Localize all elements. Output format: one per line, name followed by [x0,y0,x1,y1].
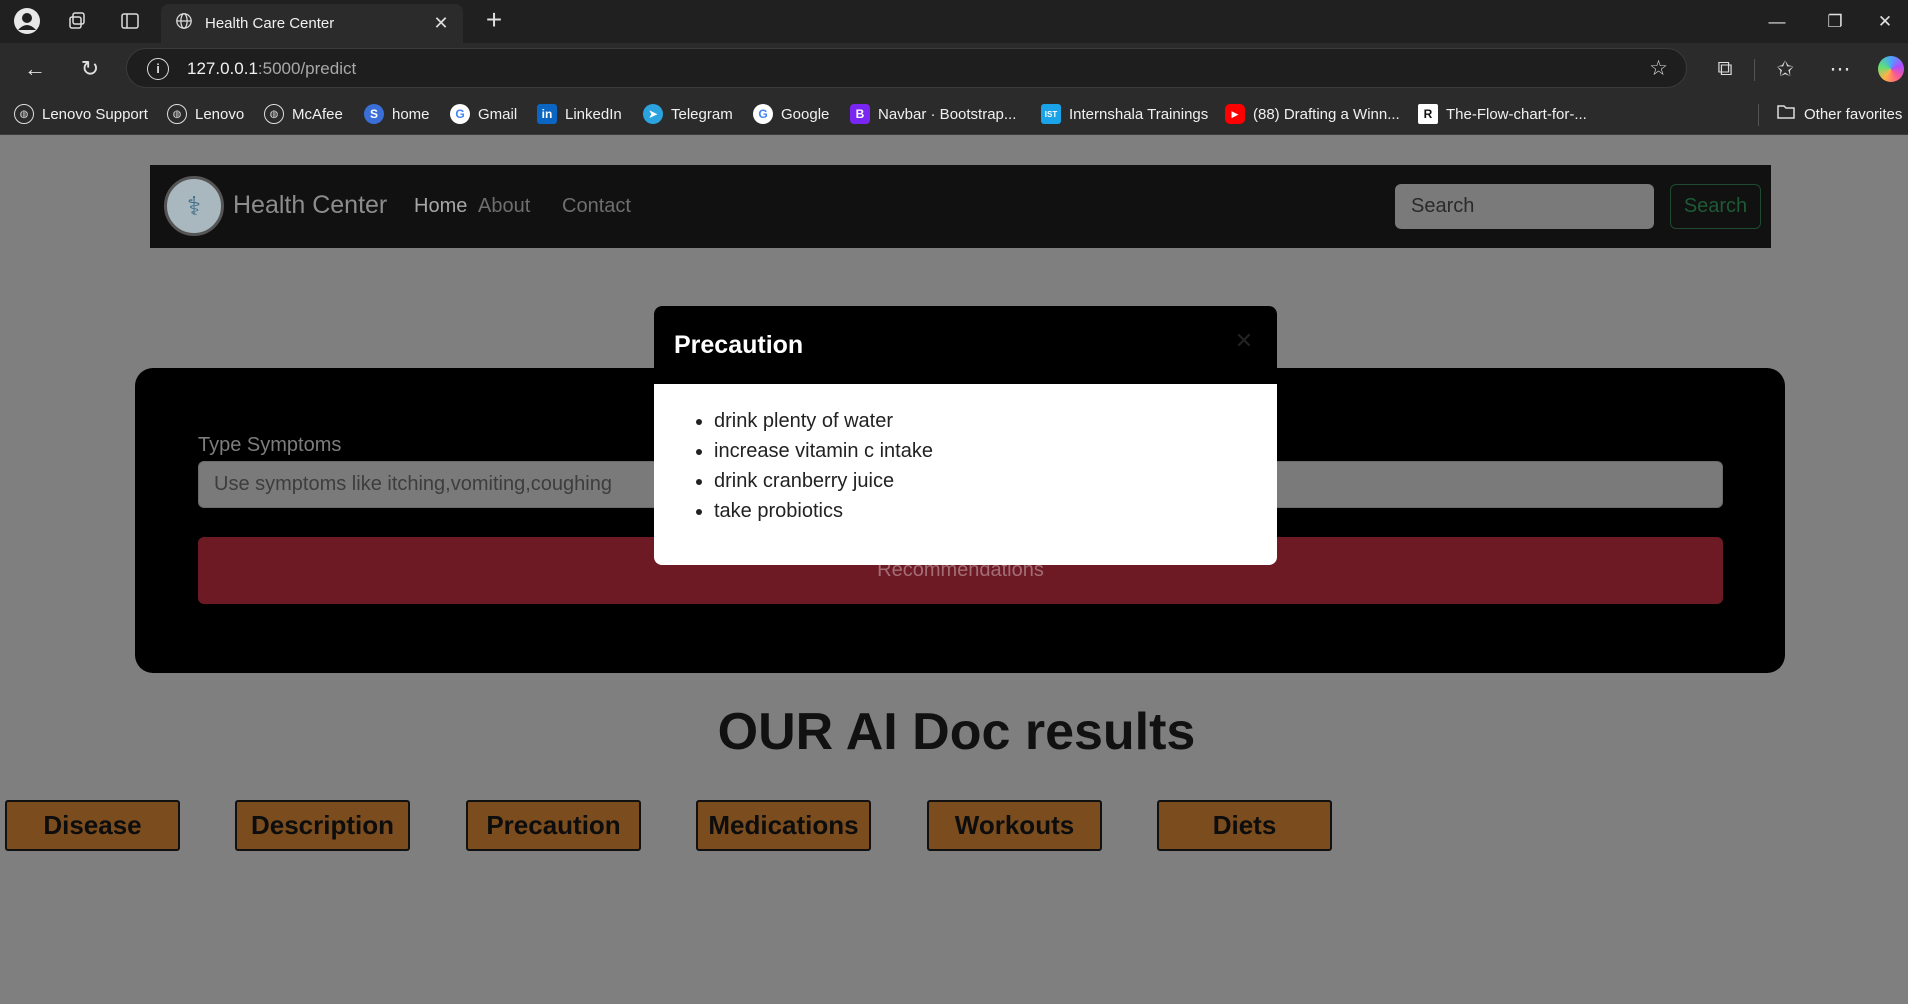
list-item: increase vitamin c intake [714,436,933,466]
bookmark-label: McAfee [292,105,343,123]
bookmark-item[interactable]: G Gmail [450,103,517,125]
extensions-icon[interactable]: ⧉ [1708,52,1742,86]
symptoms-label: Type Symptoms [198,434,342,456]
refresh-icon[interactable]: ↻ [73,52,107,86]
disease-button[interactable]: Disease [5,800,180,851]
precaution-list: drink plenty of water increase vitamin c… [714,406,933,526]
bookmark-label: Navbar · Bootstrap... [878,105,1017,123]
globe-icon [173,12,195,34]
new-tab-icon[interactable]: + [478,5,510,37]
navbar-search-button[interactable]: Search [1670,184,1761,229]
bookmarks-bar: ◍ Lenovo Support ◍ Lenovo ◍ McAfee S hom… [0,94,1908,135]
favorite-star-icon[interactable]: ☆ [1649,56,1668,81]
copilot-icon[interactable] [1878,56,1904,82]
bookmark-item[interactable]: IST Internshala Trainings [1041,103,1208,125]
address-toolbar: ← ↻ i 127.0.0.1:5000/predict ☆ ⧉ ✩ ⋯ [0,43,1908,94]
back-icon[interactable]: ← [18,52,52,86]
navbar-search-input[interactable] [1395,184,1654,229]
page-content: ⚕ Health Center Home About Contact Searc… [5,135,1908,1004]
globe-icon: ◍ [14,104,34,124]
bookmark-label: Google [781,105,830,123]
youtube-icon: ▶ [1225,104,1245,124]
brand-name[interactable]: Health Center [233,191,387,220]
bookmark-label: Lenovo [195,105,245,123]
url-host: 127.0.0.1 [187,59,258,78]
google-icon: G [753,104,773,124]
precaution-modal: Precaution ✕ drink plenty of water incre… [654,306,1277,565]
internshala-icon: IST [1041,104,1061,124]
site-navbar: ⚕ Health Center Home About Contact Searc… [150,165,1771,248]
close-icon[interactable]: ✕ [1233,330,1255,352]
telegram-icon: ➤ [643,104,663,124]
active-tab[interactable]: Health Care Center ✕ [161,4,463,43]
description-button[interactable]: Description [235,800,410,851]
url-text[interactable]: 127.0.0.1:5000/predict [187,59,356,79]
bootstrap-icon: B [850,104,870,124]
close-window-icon[interactable]: ✕ [1856,0,1908,43]
list-item: take probiotics [714,496,933,526]
nav-link-home[interactable]: Home [414,195,467,218]
bookmark-item[interactable]: G Google [753,103,829,125]
medications-button[interactable]: Medications [696,800,871,851]
bookmark-label: Internshala Trainings [1069,105,1209,123]
tab-title: Health Care Center [205,15,335,32]
precaution-button[interactable]: Precaution [466,800,641,851]
bookmark-item[interactable]: B Navbar · Bootstrap... [850,103,1016,125]
bookmark-item[interactable]: ◍ Lenovo Support [14,103,148,125]
logo-icon[interactable]: ⚕ [164,176,224,236]
close-tab-icon[interactable]: ✕ [429,11,453,35]
profile-icon[interactable] [12,6,42,36]
workouts-button[interactable]: Workouts [927,800,1102,851]
site-info-icon[interactable]: i [147,58,169,80]
bookmark-item[interactable]: ▶ (88) Drafting a Winn... [1225,103,1400,125]
results-heading: OUR AI Doc results [717,703,1196,761]
address-bar[interactable]: i 127.0.0.1:5000/predict ☆ [126,48,1687,88]
bookmark-label: The-Flow-chart-for-... [1446,105,1587,123]
toolbar-divider [1754,59,1755,81]
bookmark-label: Lenovo Support [42,105,148,123]
modal-header: Precaution ✕ [654,306,1277,384]
linkedin-icon: in [537,104,557,124]
list-item: drink cranberry juice [714,466,933,496]
vertical-tabs-icon[interactable] [115,6,145,36]
minimize-icon[interactable]: — [1748,0,1806,43]
url-path: :5000/predict [257,59,357,78]
bookmarks-divider [1758,104,1759,126]
bookmark-label: Gmail [478,105,518,123]
bookmark-item[interactable]: ◍ McAfee [264,103,343,125]
more-menu-icon[interactable]: ⋯ [1823,52,1857,86]
bookmark-item[interactable]: in LinkedIn [537,103,622,125]
list-item: drink plenty of water [714,406,933,436]
researchgate-icon: R [1418,104,1438,124]
bookmark-label: home [392,105,430,123]
nav-link-about[interactable]: About [478,195,530,218]
other-favorites-label: Other favorites [1804,105,1903,123]
home-app-icon: S [364,104,384,124]
bookmark-item[interactable]: S home [364,103,430,125]
browser-tab-strip: Health Care Center ✕ + — ❐ ✕ [0,0,1908,43]
modal-title: Precaution [674,331,804,359]
bookmark-label: LinkedIn [565,105,622,123]
other-favorites[interactable]: Other favorites [1776,103,1902,125]
folder-icon [1776,103,1796,125]
bookmark-label: (88) Drafting a Winn... [1253,105,1400,123]
bookmark-label: Telegram [671,105,733,123]
bookmark-item[interactable]: ➤ Telegram [643,103,733,125]
globe-icon: ◍ [167,104,187,124]
google-icon: G [450,104,470,124]
favorites-icon[interactable]: ✩ [1768,52,1802,86]
globe-icon: ◍ [264,104,284,124]
workspaces-icon[interactable] [62,6,92,36]
bookmark-item[interactable]: R The-Flow-chart-for-... [1418,103,1587,125]
nav-link-contact[interactable]: Contact [562,195,631,218]
diets-button[interactable]: Diets [1157,800,1332,851]
bookmark-item[interactable]: ◍ Lenovo [167,103,244,125]
